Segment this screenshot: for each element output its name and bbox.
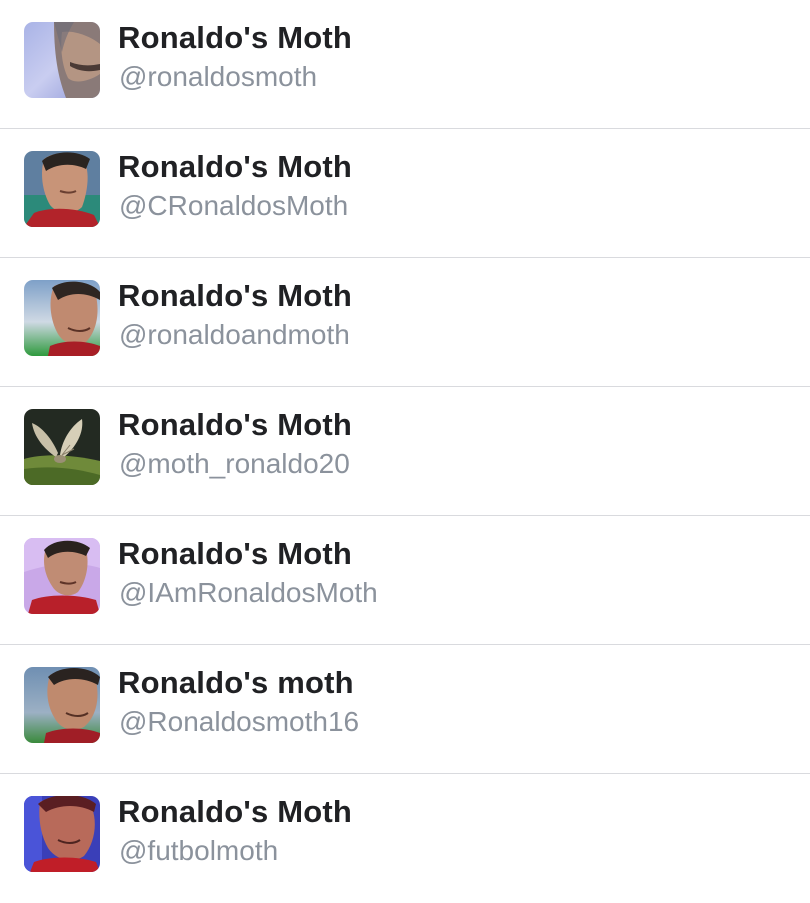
username-handle: @ronaldosmoth xyxy=(119,61,318,92)
username-handle: @IAmRonaldosMoth xyxy=(119,577,378,608)
profile-avatar[interactable] xyxy=(24,280,100,356)
username-handle: @moth_ronaldo20 xyxy=(119,448,350,479)
display-name: Ronaldo's Moth xyxy=(118,149,353,184)
account-row[interactable]: Ronaldo's Moth @IAmRonaldosMoth xyxy=(0,516,810,645)
display-name: Ronaldo's Moth xyxy=(118,794,353,829)
avatar-photo-player-blue-red xyxy=(24,796,100,872)
profile-avatar[interactable] xyxy=(24,409,100,485)
avatar-photo-player-field xyxy=(24,667,100,743)
username-handle: @CRonaldosMoth xyxy=(119,190,349,221)
display-name: Ronaldo's Moth xyxy=(118,20,353,55)
username-handle: @Ronaldosmoth16 xyxy=(119,706,360,737)
avatar-photo-player-head xyxy=(24,151,100,227)
account-row[interactable]: Ronaldo's moth @Ronaldosmoth16 xyxy=(0,645,810,774)
display-name: Ronaldo's moth xyxy=(118,665,354,700)
avatar-photo-face-closeup xyxy=(24,22,100,98)
profile-avatar[interactable] xyxy=(24,22,100,98)
avatar-photo-player-purple xyxy=(24,538,100,614)
display-name: Ronaldo's Moth xyxy=(118,407,353,442)
profile-avatar[interactable] xyxy=(24,151,100,227)
avatar-photo-moth xyxy=(24,409,100,485)
account-row[interactable]: Ronaldo's Moth @CRonaldosMoth xyxy=(0,129,810,258)
account-row[interactable]: Ronaldo's Moth @ronaldosmoth xyxy=(0,0,810,129)
profile-avatar[interactable] xyxy=(24,538,100,614)
account-row[interactable]: Ronaldo's Moth @ronaldoandmoth xyxy=(0,258,810,387)
username-handle: @futbolmoth xyxy=(119,835,279,866)
username-handle: @ronaldoandmoth xyxy=(119,319,350,350)
profile-avatar[interactable] xyxy=(24,667,100,743)
avatar-photo-player-crying xyxy=(24,280,100,356)
account-row[interactable]: Ronaldo's Moth @moth_ronaldo20 xyxy=(0,387,810,516)
account-list: Ronaldo's Moth @ronaldosmoth Ronaldo's M… xyxy=(0,0,810,903)
display-name: Ronaldo's Moth xyxy=(118,278,353,313)
profile-avatar[interactable] xyxy=(24,796,100,872)
display-name: Ronaldo's Moth xyxy=(118,536,353,571)
account-row[interactable]: Ronaldo's Moth @futbolmoth xyxy=(0,774,810,903)
